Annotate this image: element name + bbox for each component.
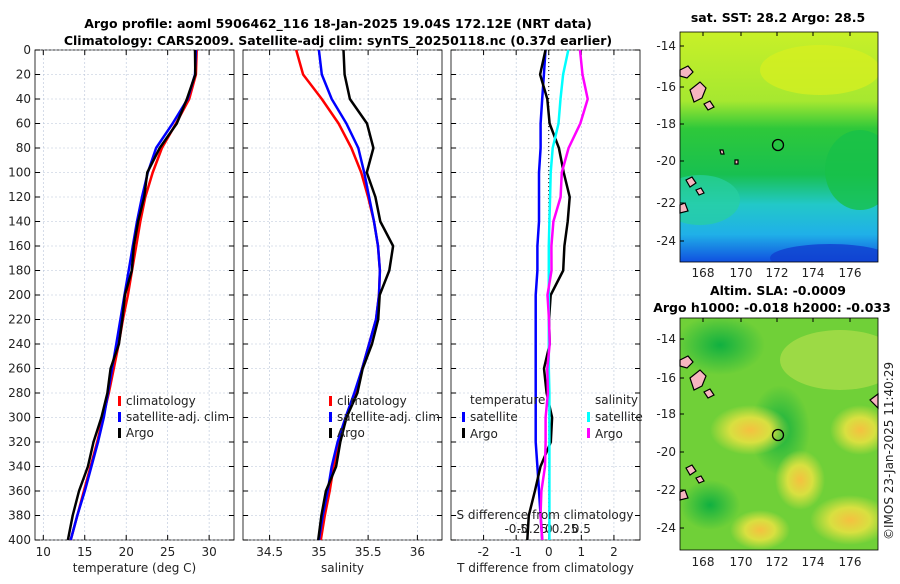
y-tick-label: 140: [8, 215, 31, 229]
profile-panel-2: 34.5 35 35.5 36 salinity: [242, 49, 443, 575]
x-tick-label: -1: [510, 545, 522, 559]
lon-tick-label: 170: [730, 266, 753, 280]
profile-panel-1: 0 20 40 60 80 100 120 140 160 180 200 220 240 260 280 3…: [8, 43, 235, 575]
s-difference-axis-label: S difference from climatology: [457, 508, 634, 522]
legend-label-argo: Argo: [126, 426, 154, 440]
x-tick-label: 35: [311, 545, 326, 559]
y-tick-label: 200: [8, 288, 31, 302]
lat-tick-label: -18: [656, 407, 676, 421]
y-tick-label: 320: [8, 435, 31, 449]
legend-swatch-satellite: [118, 412, 121, 422]
y-tick-label: 260: [8, 362, 31, 376]
lon-tick-label: 172: [766, 555, 789, 569]
x-tick-label: 2: [610, 545, 618, 559]
lat-tick-label: -20: [656, 154, 676, 168]
legend-swatch-satellite: [329, 412, 332, 422]
y-tick-label: 240: [8, 337, 31, 351]
lat-tick-label: -14: [656, 39, 676, 53]
sla-map: Altim. SLA: -0.0009 Argo h1000: -0.018 h…: [653, 283, 891, 569]
lon-tick-label: 170: [730, 555, 753, 569]
sst-map-title: sat. SST: 28.2 Argo: 28.5: [691, 10, 865, 25]
x-tick-label: 30: [201, 545, 216, 559]
legend-swatch-argo: [118, 428, 121, 438]
y-tick-label: 40: [16, 92, 31, 106]
y-tick-label: 400: [8, 533, 31, 547]
y-tick-label: 280: [8, 386, 31, 400]
legend-title-salinity: salinity: [595, 393, 638, 407]
title-line-2: Climatology: CARS2009. Satellite-adj cli…: [64, 33, 612, 49]
legend-label-s-satellite: satellite: [595, 410, 643, 424]
y-tick-label: 220: [8, 313, 31, 327]
legend-label-satellite: satellite-adj. clim: [337, 410, 440, 424]
y-tick-label: 60: [16, 117, 31, 131]
legend-swatch-t-satellite: [462, 412, 465, 422]
legend-label-t-argo: Argo: [470, 427, 498, 441]
profile-panel-3: -2 -1 0 1 2T difference from climatology-0.5…: [450, 49, 641, 575]
lon-tick-label: 172: [766, 266, 789, 280]
y-tick-label: 100: [8, 166, 31, 180]
lat-tick-label: -16: [656, 371, 676, 385]
lon-tick-label: 176: [839, 266, 862, 280]
legend-swatch-t-argo: [462, 428, 465, 438]
argo-profile-figure: Argo profile: aoml 5906462_116 18-Jan-20…: [8, 10, 896, 575]
s-diff-tick-label: -0.25: [517, 522, 548, 536]
y-tick-label: 180: [8, 264, 31, 278]
lat-tick-label: -20: [656, 445, 676, 459]
x-tick-label: 15: [77, 545, 92, 559]
y-tick-label: 20: [16, 68, 31, 82]
lon-tick-label: 174: [802, 555, 825, 569]
lat-tick-label: -22: [656, 483, 676, 497]
copyright-stamp: ©IMOS 23-Jan-2025 11:40:29: [882, 362, 896, 540]
legend-label-climatology: climatology: [126, 394, 196, 408]
legend-title-temperature: temperature: [470, 393, 545, 407]
lon-tick-label: 168: [692, 555, 715, 569]
sla-map-subtitle: Argo h1000: -0.018 h2000: -0.033: [653, 300, 891, 315]
sst-map: sat. SST: 28.2 Argo: 28.5 168 170 172 174 17…: [656, 10, 879, 280]
lon-tick-label: 176: [839, 555, 862, 569]
y-tick-label: 80: [16, 141, 31, 155]
lon-tick-label: 168: [692, 266, 715, 280]
x-tick-label: 35.5: [355, 545, 382, 559]
x-axis-label: T difference from climatology: [456, 561, 634, 575]
x-tick-label: 0: [545, 545, 553, 559]
y-tick-label: 340: [8, 460, 31, 474]
legend-label-climatology: climatology: [337, 394, 407, 408]
x-tick-label: 10: [36, 545, 51, 559]
y-tick-label: 380: [8, 509, 31, 523]
lat-tick-label: -14: [656, 332, 676, 346]
x-tick-label: 1: [578, 545, 586, 559]
x-tick-label: 34.5: [256, 545, 283, 559]
legend-swatch-climatology: [118, 396, 121, 406]
lat-tick-label: -22: [656, 196, 676, 210]
lat-tick-label: -24: [656, 234, 676, 248]
x-tick-label: 25: [160, 545, 175, 559]
legend-label-argo: Argo: [337, 426, 365, 440]
x-axis-label: temperature (deg C): [73, 561, 196, 575]
s-diff-tick-label: 0.5: [572, 522, 591, 536]
y-tick-label: 360: [8, 484, 31, 498]
lat-tick-label: -18: [656, 117, 676, 131]
y-tick-label: 300: [8, 411, 31, 425]
lat-tick-label: -16: [656, 80, 676, 94]
legend-label-s-argo: Argo: [595, 427, 623, 441]
x-tick-label: 20: [119, 545, 134, 559]
sla-map-title: Altim. SLA: -0.0009: [710, 283, 846, 298]
legend-label-satellite: satellite-adj. clim: [126, 410, 229, 424]
legend-label-t-satellite: satellite: [470, 410, 518, 424]
legend-swatch-climatology: [329, 396, 332, 406]
x-axis-label: salinity: [321, 561, 364, 575]
y-tick-label: 0: [23, 43, 31, 57]
y-tick-label: 160: [8, 239, 31, 253]
legend-swatch-s-argo: [587, 428, 590, 438]
x-tick-label: -2: [478, 545, 490, 559]
legend-swatch-argo: [329, 428, 332, 438]
lon-tick-label: 174: [802, 266, 825, 280]
y-tick-label: 120: [8, 190, 31, 204]
title-line-1: Argo profile: aoml 5906462_116 18-Jan-20…: [84, 16, 592, 32]
x-tick-label: 36: [410, 545, 425, 559]
legend-swatch-s-satellite: [587, 412, 590, 422]
lat-tick-label: -24: [656, 521, 676, 535]
